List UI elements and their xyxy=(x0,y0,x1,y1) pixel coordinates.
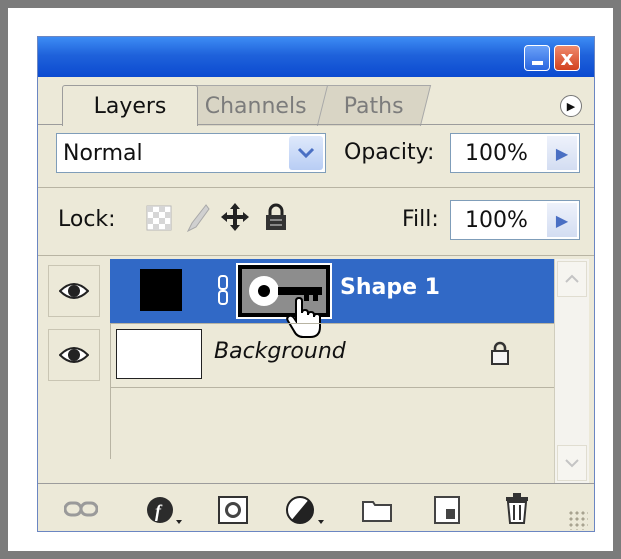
eye-icon xyxy=(59,283,89,299)
opacity-slider-arrow-icon[interactable]: ▶ xyxy=(547,136,577,170)
close-button[interactable]: x xyxy=(554,45,580,71)
close-icon: x xyxy=(560,46,574,70)
layer-mask-icon[interactable] xyxy=(218,496,248,524)
opacity-field[interactable]: 100% ▶ xyxy=(450,133,580,173)
panel-menu-button[interactable]: ▶ xyxy=(560,95,582,117)
lock-position-icon[interactable] xyxy=(220,202,250,232)
layer-row-background[interactable]: Background xyxy=(38,323,554,387)
resize-grip[interactable] xyxy=(568,510,588,530)
eye-icon xyxy=(59,347,89,363)
link-icon[interactable] xyxy=(216,275,230,309)
layers-list: Shape 1 Background xyxy=(38,259,594,483)
layer-row-shape-1[interactable]: Shape 1 xyxy=(38,259,554,338)
adjustment-layer-icon[interactable] xyxy=(286,496,326,526)
layer-thumbnail[interactable] xyxy=(116,329,202,379)
layers-scrollbar[interactable] xyxy=(554,259,589,483)
layer-style-icon[interactable]: f xyxy=(146,496,184,526)
play-icon: ▶ xyxy=(566,99,576,113)
divider xyxy=(38,187,594,188)
lock-image-icon[interactable] xyxy=(184,203,210,233)
new-layer-icon[interactable] xyxy=(434,496,460,524)
scroll-down-button[interactable] xyxy=(557,445,587,481)
tab-paths[interactable]: Paths xyxy=(316,85,432,126)
visibility-toggle[interactable] xyxy=(48,265,100,317)
tab-layers[interactable]: Layers xyxy=(62,85,198,126)
layers-panel: x Channels Paths Layers ▶ Normal Opacity… xyxy=(37,36,595,532)
fill-value: 100% xyxy=(465,208,528,233)
divider xyxy=(38,255,594,256)
opacity-value: 100% xyxy=(465,141,528,166)
layer-name[interactable]: Shape 1 xyxy=(340,275,440,300)
row-divider xyxy=(110,323,554,324)
chevron-down-icon[interactable] xyxy=(289,136,323,170)
blend-mode-select[interactable]: Normal xyxy=(56,133,326,173)
layer-name[interactable]: Background xyxy=(214,339,346,364)
new-group-icon[interactable] xyxy=(362,498,392,522)
minimize-button[interactable] xyxy=(524,45,550,71)
blend-mode-value: Normal xyxy=(63,141,143,166)
layer-locked-icon xyxy=(490,341,510,369)
row-divider xyxy=(110,387,554,388)
lock-transparency-icon[interactable] xyxy=(146,205,172,231)
fill-slider-arrow-icon[interactable]: ▶ xyxy=(547,203,577,237)
fill-field[interactable]: 100% ▶ xyxy=(450,200,580,240)
chevron-up-icon xyxy=(565,274,579,283)
panel-tabs: Channels Paths Layers xyxy=(38,77,594,126)
lock-label: Lock: xyxy=(58,207,116,232)
delete-layer-icon[interactable] xyxy=(504,492,530,524)
scroll-up-button[interactable] xyxy=(557,261,587,297)
link-layers-icon[interactable] xyxy=(64,500,98,518)
opacity-label: Opacity: xyxy=(344,140,435,165)
fill-label: Fill: xyxy=(402,207,439,232)
title-bar: x xyxy=(38,37,594,77)
tab-channels[interactable]: Channels xyxy=(178,85,334,126)
visibility-toggle[interactable] xyxy=(48,329,100,381)
chevron-down-icon xyxy=(565,459,579,468)
layer-thumbnail[interactable] xyxy=(140,269,182,311)
layers-toolbar: f xyxy=(38,483,594,531)
lock-all-icon[interactable] xyxy=(264,203,288,231)
